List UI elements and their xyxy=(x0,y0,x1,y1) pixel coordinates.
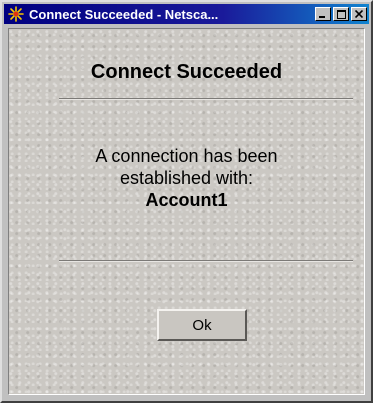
close-icon xyxy=(355,10,363,18)
maximize-button[interactable] xyxy=(333,7,349,21)
top-divider xyxy=(59,98,353,100)
dialog-heading: Connect Succeeded xyxy=(90,61,283,83)
message-line-2: established with: xyxy=(119,168,254,188)
minimize-button[interactable] xyxy=(315,7,331,21)
maximize-icon xyxy=(336,9,346,19)
close-button[interactable] xyxy=(351,7,367,21)
netscape-burst-icon[interactable] xyxy=(7,5,25,23)
dialog-content: Connect Succeeded A connection has been … xyxy=(8,28,365,395)
account-name: Account1 xyxy=(145,190,228,210)
window-title: Connect Succeeded - Netsca... xyxy=(29,6,219,22)
dialog-window: Connect Succeeded - Netsca... Connect Su… xyxy=(0,0,373,403)
message-line-1: A connection has been xyxy=(95,146,278,166)
ok-button[interactable]: Ok xyxy=(157,309,247,341)
minimize-icon xyxy=(319,16,325,18)
bottom-divider xyxy=(59,260,353,262)
title-bar[interactable]: Connect Succeeded - Netsca... xyxy=(4,4,369,24)
